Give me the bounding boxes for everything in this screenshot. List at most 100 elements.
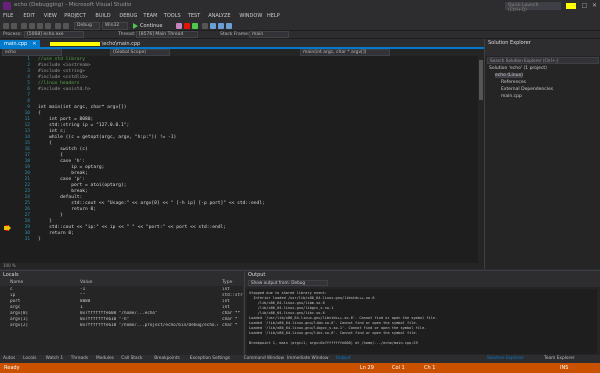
- bottom-tab[interactable]: Breakpoints: [154, 356, 180, 361]
- solution-search-input[interactable]: Search Solution Explorer (Ctrl+;): [487, 57, 599, 64]
- maximize-icon[interactable]: □: [580, 1, 589, 10]
- window-title: echo (Debugging) - Microsoft Visual Stud…: [14, 2, 132, 8]
- save-icon[interactable]: [37, 23, 43, 29]
- output-window: Output Show output from: Debug Stopped d…: [244, 270, 600, 355]
- new-project-icon[interactable]: [21, 23, 27, 29]
- menu-build[interactable]: BUILD: [95, 13, 110, 19]
- column-name[interactable]: Name: [10, 280, 23, 285]
- play-icon: [133, 23, 138, 29]
- tab-path[interactable]: \echo\main.cpp: [46, 40, 156, 49]
- step-into-icon[interactable]: [210, 23, 216, 29]
- outline-margin[interactable]: [32, 56, 36, 263]
- continue-button[interactable]: Continue: [132, 22, 172, 30]
- configuration-dropdown[interactable]: Debug: [74, 22, 100, 30]
- back-icon[interactable]: [3, 23, 9, 29]
- pause-icon[interactable]: [176, 23, 182, 29]
- step-over-icon[interactable]: [218, 23, 224, 29]
- close-icon[interactable]: ✕: [590, 1, 599, 10]
- process-dropdown[interactable]: [5068] echo.exe: [24, 31, 84, 38]
- scrollbar-thumb[interactable]: [479, 60, 483, 100]
- menu-view[interactable]: VIEW: [44, 13, 57, 19]
- redo-icon[interactable]: [63, 23, 69, 29]
- solution-tree-item[interactable]: External Dependencies: [501, 87, 553, 92]
- output-line: /lib/x86_64-linux-gnu/libc.so.6: [249, 311, 325, 315]
- menu-window[interactable]: WINDOW: [239, 13, 262, 19]
- zoom-level[interactable]: 100 %: [3, 263, 16, 268]
- bottom-tab[interactable]: Locals: [23, 356, 36, 361]
- line-number: 21: [24, 177, 30, 182]
- code-area[interactable]: //use std library #include <iostream> #inc…: [38, 56, 478, 263]
- menu-team[interactable]: TEAM: [143, 13, 157, 19]
- stack-frame-dropdown[interactable]: main: [249, 31, 289, 38]
- menu-analyze[interactable]: ANALYZE: [208, 13, 230, 19]
- platform-dropdown[interactable]: Win32: [102, 22, 128, 30]
- column-type[interactable]: Type: [222, 280, 232, 285]
- code-line[interactable]: #include <unistd.h>: [38, 87, 91, 93]
- solution-tree-item[interactable]: References: [501, 80, 526, 85]
- line-number: 15: [24, 141, 30, 146]
- code-line[interactable]: }: [38, 237, 41, 243]
- save-all-icon[interactable]: [45, 23, 51, 29]
- close-tab-icon[interactable]: ✕: [32, 41, 36, 47]
- breakpoint-gutter[interactable]: [0, 56, 18, 263]
- stop-icon[interactable]: [184, 23, 190, 29]
- bottom-tab[interactable]: Modules: [96, 356, 114, 361]
- minimize-icon[interactable]: –: [570, 1, 579, 10]
- menu-file[interactable]: FILE: [3, 13, 13, 19]
- line-number: 10: [24, 111, 30, 116]
- thread-dropdown[interactable]: [8576] Main Thread: [136, 31, 198, 38]
- menu-help[interactable]: HELP: [267, 13, 280, 19]
- code-line[interactable]: int main(int argc, char* argv[]): [38, 105, 127, 111]
- navigation-bar: echo (Global Scope) main(int argc, char …: [0, 49, 484, 56]
- code-line[interactable]: return 0;: [38, 231, 74, 237]
- locals-value: 1: [80, 305, 83, 310]
- bottom-tab[interactable]: Watch 1: [46, 356, 63, 361]
- output-text[interactable]: Stopped due to shared library event: Inf…: [247, 289, 597, 354]
- line-number: 20: [24, 171, 30, 176]
- line-number: 28: [24, 219, 30, 224]
- bottom-tab[interactable]: Threads: [71, 356, 88, 361]
- locals-type: char *: [222, 323, 238, 328]
- output-source-dropdown[interactable]: Show output from: Debug: [248, 280, 328, 286]
- bottom-tab[interactable]: Output: [336, 356, 351, 361]
- status-text: Ready: [4, 365, 20, 371]
- code-line[interactable]: while ((c = getopt(argc, argv, "h:p:")) …: [38, 135, 176, 141]
- bottom-tab[interactable]: Immediate Window: [287, 356, 328, 361]
- column-value[interactable]: Value: [80, 280, 92, 285]
- global-scope-dropdown[interactable]: (Global Scope): [110, 49, 170, 56]
- menu-edit[interactable]: EDIT: [23, 13, 35, 19]
- output-source-value: Debug: [291, 280, 306, 285]
- line-number: 16: [24, 147, 30, 152]
- menu-project[interactable]: PROJECT: [64, 13, 86, 19]
- process-label: Process:: [3, 32, 22, 37]
- bottom-tab[interactable]: Call Stack: [121, 356, 142, 361]
- locals-row[interactable]: argv[2] 0x7fffffffe618 "/home/...project/…: [0, 323, 243, 329]
- project-scope-dropdown[interactable]: echo: [2, 49, 62, 56]
- open-file-icon[interactable]: [29, 23, 35, 29]
- restart-icon[interactable]: [192, 23, 198, 29]
- bottom-tab[interactable]: Command Window: [244, 356, 284, 361]
- bottom-tab[interactable]: Exception Settings: [190, 356, 230, 361]
- tab-team-explorer[interactable]: Team Explorer: [544, 356, 575, 361]
- locals-column-headers: Name Value Type: [0, 279, 243, 286]
- locals-name: argv[2]: [10, 323, 29, 328]
- menu-tools[interactable]: TOOLS: [164, 13, 181, 19]
- line-number: 22: [24, 183, 30, 188]
- solution-tree-item[interactable]: main.cpp: [501, 94, 522, 99]
- undo-icon[interactable]: [55, 23, 61, 29]
- menu-debug[interactable]: DEBUG: [119, 13, 137, 19]
- locals-type: int: [222, 305, 230, 310]
- forward-icon[interactable]: [11, 23, 17, 29]
- code-editor[interactable]: 1 2 3 4 5 6 7 8 9 10 11 12 13 14 15 16 17 18 19 20 21 22 23 24 2…: [0, 56, 484, 263]
- tab-solution-explorer[interactable]: Solution Explorer: [487, 356, 524, 361]
- solution-tree-item[interactable]: Solution 'echo' (1 project): [489, 66, 547, 71]
- tab-main-cpp[interactable]: main.cpp ✕: [0, 40, 41, 49]
- line-number: 1: [27, 57, 30, 62]
- member-dropdown[interactable]: main(int argc, char * argv[]): [300, 49, 390, 56]
- show-next-statement-icon[interactable]: [202, 23, 208, 29]
- step-out-icon[interactable]: [226, 23, 232, 29]
- menu-test[interactable]: TEST: [188, 13, 200, 19]
- solution-tree-item[interactable]: echo (Linux): [495, 73, 523, 78]
- quick-launch-input[interactable]: Quick Launch (Ctrl+Q): [505, 2, 561, 13]
- bottom-tab[interactable]: Autos: [3, 356, 15, 361]
